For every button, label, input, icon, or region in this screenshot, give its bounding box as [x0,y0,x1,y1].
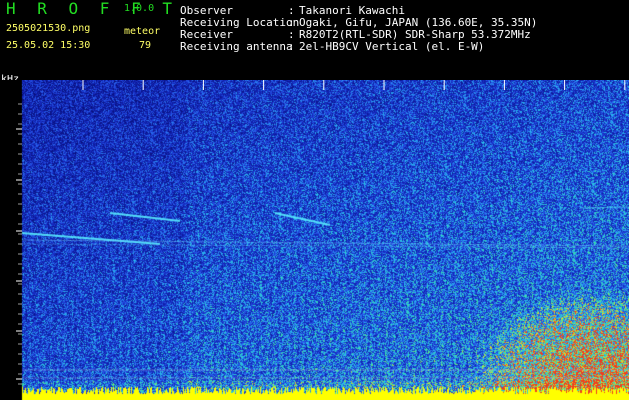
app-version: 1.0.0 [124,3,155,14]
location-value: Ogaki, Gifu, JAPAN (136.60E, 35.35N) [299,16,538,29]
meteor-label: meteor [124,26,161,37]
antenna-value: 2el-HB9CV Vertical (el. E-W) [299,40,485,53]
receiver-colon: : [288,28,295,41]
receiver-value: R820T2(RTL-SDR) SDR-Sharp 53.372MHz [299,28,531,41]
meteor-count: 79 [139,40,152,51]
observer-label: Observer [180,4,233,17]
observer-value: Takanori Kawachi [299,4,405,17]
location-colon: : [288,16,295,29]
filename: 2505021530.png [6,23,91,34]
receiver-label: Receiver [180,28,233,41]
antenna-label: Receiving antenna [180,40,293,53]
observer-colon: : [288,4,295,17]
spectrogram [0,80,629,400]
antenna-colon: : [288,40,295,53]
datetime: 25.05.02 15:30 [6,40,91,51]
location-label: Receiving Location [180,16,300,29]
